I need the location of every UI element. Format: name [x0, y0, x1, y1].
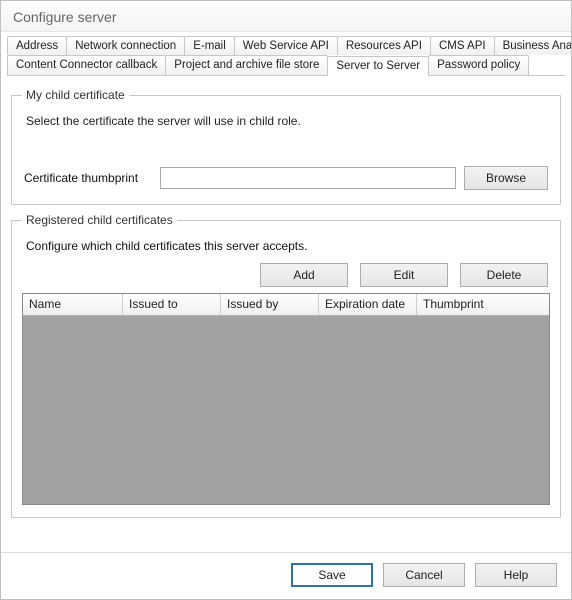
cancel-button[interactable]: Cancel — [383, 563, 465, 587]
col-header-issued-by[interactable]: Issued by — [221, 294, 319, 315]
tab-address[interactable]: Address — [7, 36, 67, 55]
add-button[interactable]: Add — [260, 263, 348, 287]
edit-button[interactable]: Edit — [360, 263, 448, 287]
group-registered-child-certificates: Registered child certificates Configure … — [11, 213, 561, 518]
certificate-thumbprint-label: Certificate thumbprint — [24, 171, 152, 185]
tab-password-policy[interactable]: Password policy — [428, 55, 529, 75]
tab-web-service-api[interactable]: Web Service API — [234, 36, 338, 55]
grid-body-empty[interactable] — [23, 316, 549, 504]
registered-buttons-row: Add Edit Delete — [22, 263, 548, 287]
grid-header: Name Issued to Issued by Expiration date… — [23, 294, 549, 316]
configure-server-window: Configure server Address Network connect… — [0, 0, 572, 600]
dialog-footer: Save Cancel Help — [1, 552, 571, 599]
browse-button[interactable]: Browse — [464, 166, 548, 190]
tab-email[interactable]: E-mail — [184, 36, 235, 55]
tab-network-connection[interactable]: Network connection — [66, 36, 185, 55]
delete-button[interactable]: Delete — [460, 263, 548, 287]
tab-resources-api[interactable]: Resources API — [337, 36, 431, 55]
col-header-issued-to[interactable]: Issued to — [123, 294, 221, 315]
tab-business-analytics-api[interactable]: Business Analytics API — [494, 36, 572, 55]
tab-project-and-archive-file-store[interactable]: Project and archive file store — [165, 55, 328, 75]
titlebar: Configure server — [1, 1, 571, 32]
tabs-row-1: Address Network connection E-mail Web Se… — [7, 36, 565, 55]
tab-cms-api[interactable]: CMS API — [430, 36, 495, 55]
group-legend-my-child: My child certificate — [22, 88, 129, 102]
row-certificate-thumbprint: Certificate thumbprint Browse — [24, 166, 548, 190]
tabs-row-2: Content Connector callback Project and a… — [7, 55, 565, 75]
tabstrip: Address Network connection E-mail Web Se… — [1, 32, 571, 75]
tab-server-to-server[interactable]: Server to Server — [327, 56, 429, 76]
tab-content: My child certificate Select the certific… — [1, 76, 571, 518]
certificate-thumbprint-input[interactable] — [160, 167, 456, 189]
page-title: Configure server — [13, 9, 117, 25]
col-header-name[interactable]: Name — [23, 294, 123, 315]
group-my-child-certificate: My child certificate Select the certific… — [11, 88, 561, 205]
col-header-thumbprint[interactable]: Thumbprint — [417, 294, 549, 315]
registered-description: Configure which child certificates this … — [26, 239, 550, 253]
my-child-description: Select the certificate the server will u… — [26, 114, 550, 128]
save-button[interactable]: Save — [291, 563, 373, 587]
col-header-expiration-date[interactable]: Expiration date — [319, 294, 417, 315]
tab-content-connector-callback[interactable]: Content Connector callback — [7, 55, 166, 75]
certificates-grid: Name Issued to Issued by Expiration date… — [22, 293, 550, 505]
help-button[interactable]: Help — [475, 563, 557, 587]
group-legend-registered: Registered child certificates — [22, 213, 177, 227]
